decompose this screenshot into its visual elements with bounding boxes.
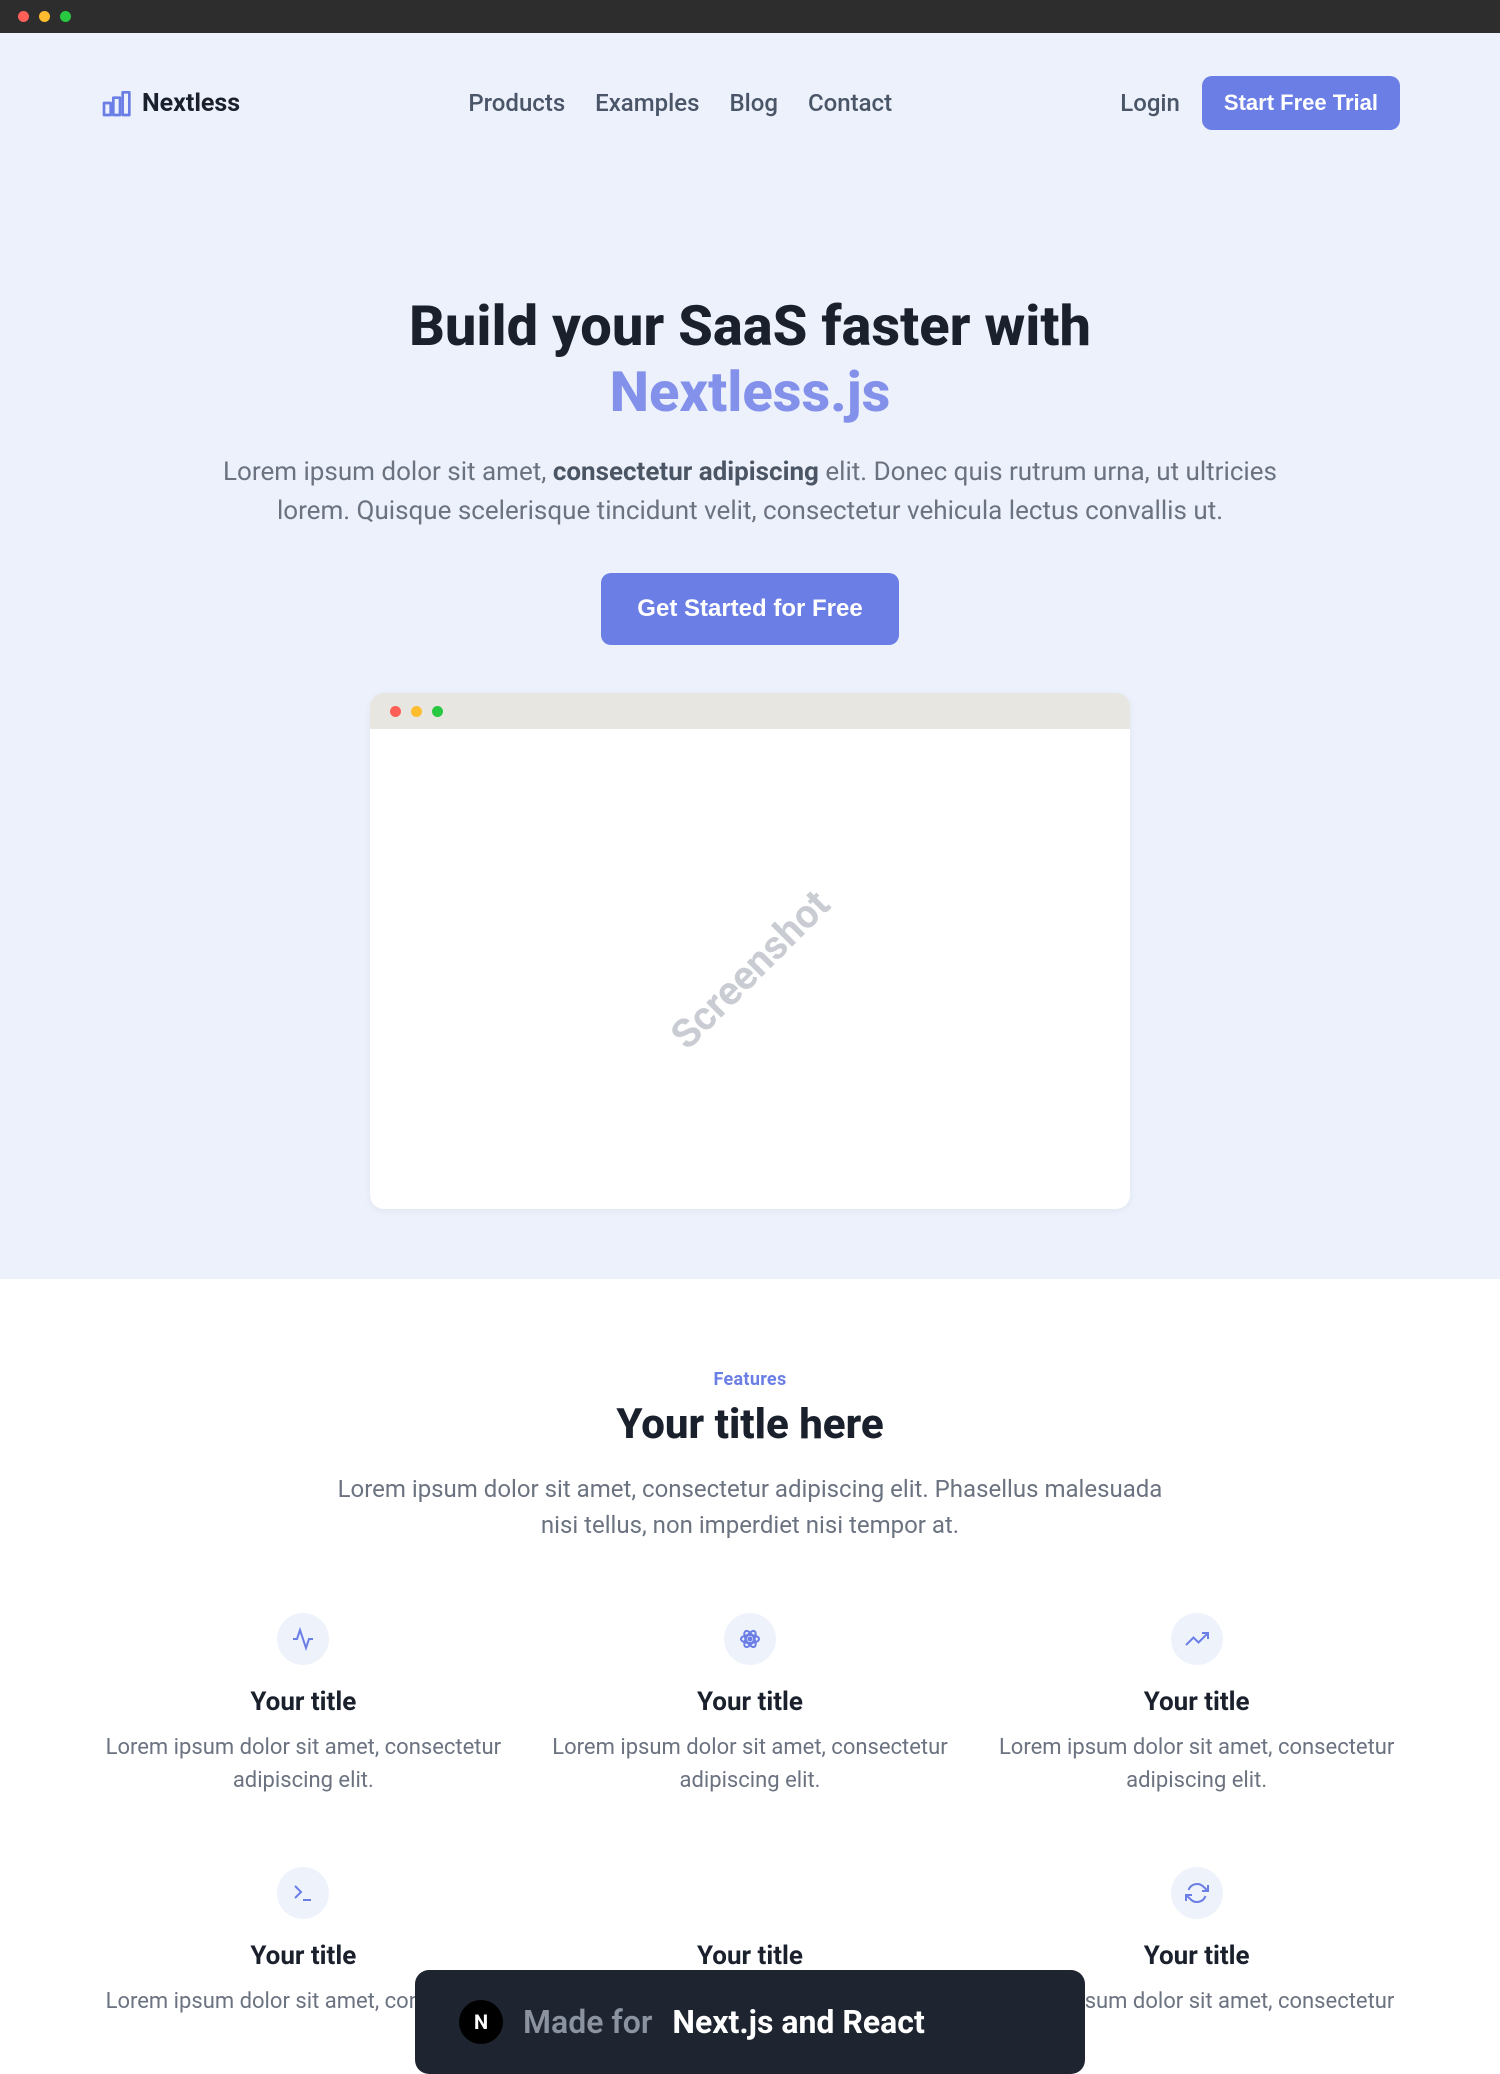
activity-icon <box>277 1613 329 1665</box>
brand-name: Nextless <box>142 89 240 118</box>
window-close-dot <box>18 11 29 22</box>
hero-section: Build your SaaS faster with Nextless.js … <box>0 293 1500 1209</box>
window-minimize-dot <box>39 11 50 22</box>
brand-logo[interactable]: Nextless <box>100 87 240 119</box>
watermark-text: Screenshot <box>661 880 839 1058</box>
feature-card: Your title Lorem ipsum dolor sit amet, c… <box>993 1613 1400 1797</box>
feature-title: Your title <box>100 1687 507 1717</box>
screenshot-placeholder: Screenshot <box>370 729 1130 1209</box>
nav-right: Login Start Free Trial <box>1120 76 1400 130</box>
made-for-badge[interactable]: N Made for Next.js and React <box>415 1970 1085 2074</box>
features-grid: Your title Lorem ipsum dolor sit amet, c… <box>100 1613 1400 2018</box>
feature-title: Your title <box>993 1687 1400 1717</box>
hero-title-accent: Nextless.js <box>610 359 891 425</box>
mock-titlebar <box>370 693 1130 729</box>
feature-title: Your title <box>547 1687 954 1717</box>
nav-link-examples[interactable]: Examples <box>595 89 699 117</box>
trending-up-icon <box>1171 1613 1223 1665</box>
feature-title: Your title <box>547 1941 954 1971</box>
feature-card: Your title Lorem ipsum dolor sit amet, c… <box>100 1613 507 1797</box>
nav-link-products[interactable]: Products <box>468 89 565 117</box>
nav-link-blog[interactable]: Blog <box>729 89 778 117</box>
hero-description: Lorem ipsum dolor sit amet, consectetur … <box>210 453 1290 531</box>
hero-title: Build your SaaS faster with Nextless.js <box>100 293 1400 425</box>
mock-maximize-dot <box>432 706 443 717</box>
feature-text: Lorem ipsum dolor sit amet, consectetur … <box>993 1731 1400 1797</box>
start-trial-button[interactable]: Start Free Trial <box>1202 76 1400 130</box>
screenshot-mock-window: Screenshot <box>370 693 1130 1209</box>
feature-text: Lorem ipsum dolor sit amet, consectetur … <box>100 1731 507 1797</box>
nav-link-contact[interactable]: Contact <box>808 89 892 117</box>
features-section: Features Your title here Lorem ipsum dol… <box>0 1279 1500 2074</box>
nav-links: Products Examples Blog Contact <box>468 89 892 117</box>
badge-prefix: Made for <box>523 2003 652 2041</box>
main-navbar: Nextless Products Examples Blog Contact … <box>0 33 1500 153</box>
features-title: Your title here <box>100 1400 1400 1449</box>
browser-titlebar <box>0 0 1500 33</box>
window-maximize-dot <box>60 11 71 22</box>
mock-minimize-dot <box>411 706 422 717</box>
features-description: Lorem ipsum dolor sit amet, consectetur … <box>325 1471 1175 1543</box>
feature-text: Lorem ipsum dolor sit amet, consectetur … <box>547 1731 954 1797</box>
badge-main: Next.js and React <box>672 2003 924 2041</box>
hero-title-line1: Build your SaaS faster with <box>409 293 1091 359</box>
get-started-button[interactable]: Get Started for Free <box>601 573 898 645</box>
login-link[interactable]: Login <box>1120 89 1180 117</box>
features-eyebrow: Features <box>100 1369 1400 1390</box>
atom-icon <box>724 1613 776 1665</box>
feature-title: Your title <box>100 1941 507 1971</box>
nextjs-logo-icon: N <box>459 2000 503 2044</box>
bar-chart-icon <box>100 87 132 119</box>
feature-card: Your title Lorem ipsum dolor sit amet, c… <box>547 1613 954 1797</box>
mock-close-dot <box>390 706 401 717</box>
feature-title: Your title <box>993 1941 1400 1971</box>
